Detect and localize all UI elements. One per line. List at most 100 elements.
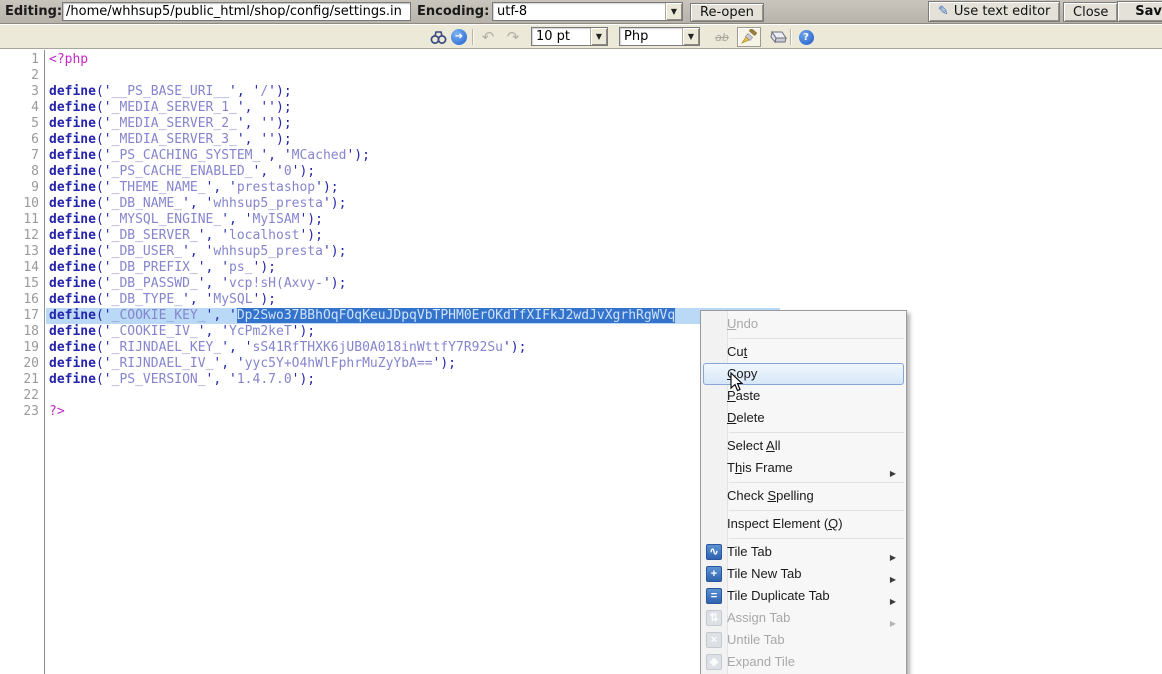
- menu-item-label: Check Spelling: [727, 488, 814, 503]
- code-line-23[interactable]: ?>: [46, 404, 1162, 420]
- code-token: define: [49, 292, 96, 307]
- code-token: ');: [503, 340, 526, 355]
- close-button[interactable]: Close: [1063, 2, 1118, 22]
- chevron-down-icon[interactable]: ▼: [590, 28, 607, 45]
- code-token: define: [49, 356, 96, 371]
- code-token: 0: [284, 164, 292, 179]
- code-line-22[interactable]: [46, 388, 1162, 404]
- chevron-down-icon[interactable]: ▼: [682, 28, 699, 45]
- code-line-5[interactable]: define('_MEDIA_SERVER_2_', '');: [46, 116, 1162, 132]
- code-token: vcp!sH(Axvy-: [229, 276, 323, 291]
- code-token: ');: [253, 292, 276, 307]
- code-token: define: [49, 324, 96, 339]
- code-token: ');: [299, 228, 322, 243]
- menu-item-delete[interactable]: Delete: [703, 407, 904, 429]
- menu-item-inspect-element-q[interactable]: Inspect Element (Q): [703, 513, 904, 535]
- code-line-18[interactable]: define('_COOKIE_IV_', 'YcPm2keT');: [46, 324, 1162, 340]
- code-line-11[interactable]: define('_MYSQL_ENGINE_', 'MyISAM');: [46, 212, 1162, 228]
- code-token: define: [49, 164, 96, 179]
- code-line-6[interactable]: define('_MEDIA_SERVER_3_', '');: [46, 132, 1162, 148]
- code-token: (': [96, 148, 112, 163]
- menu-item-check-spelling[interactable]: Check Spelling: [703, 485, 904, 507]
- code-line-21[interactable]: define('_PS_VERSION_', '1.4.7.0');: [46, 372, 1162, 388]
- syntax-select[interactable]: Php ▼: [619, 27, 700, 46]
- menu-item-select-all[interactable]: Select All: [703, 435, 904, 457]
- menu-item-tile-tab[interactable]: ∿Tile Tab▶: [703, 541, 904, 563]
- use-text-editor-button[interactable]: ✎Use text editor: [928, 1, 1060, 22]
- menu-item-label: Untile Tab: [727, 632, 785, 647]
- line-number: 12: [0, 228, 44, 244]
- code-token: ', ': [221, 340, 252, 355]
- code-line-2[interactable]: [46, 68, 1162, 84]
- find-button[interactable]: [429, 27, 447, 47]
- code-token: ');: [268, 84, 291, 99]
- code-token: ');: [299, 212, 322, 227]
- code-area[interactable]: <?phpdefine('__PS_BASE_URI__', '/');defi…: [46, 50, 1162, 674]
- code-token: define: [49, 196, 96, 211]
- code-token: ', ': [206, 180, 237, 195]
- save-button[interactable]: Save: [1117, 1, 1162, 22]
- code-token: (': [96, 276, 112, 291]
- code-line-12[interactable]: define('_DB_SERVER_', 'localhost');: [46, 228, 1162, 244]
- line-number: 10: [0, 196, 44, 212]
- tile-tab-icon: ∿: [706, 544, 722, 560]
- menu-item-tile-duplicate-tab[interactable]: =Tile Duplicate Tab▶: [703, 585, 904, 607]
- menu-item-label: This Frame: [727, 460, 793, 475]
- go-to-line-button[interactable]: ➜: [450, 27, 468, 47]
- code-token: sS41RfTHXK6jUB0A018inWttfY7R92Su: [253, 340, 503, 355]
- code-editor[interactable]: 1234567891011121314151617181920212223 <?…: [0, 50, 1162, 674]
- code-line-17[interactable]: define('_COOKIE_KEY_', 'Dp2Swo37BBhOqFOq…: [46, 308, 1162, 324]
- line-number: 4: [0, 100, 44, 116]
- menu-item-this-frame[interactable]: This Frame▶: [703, 457, 904, 479]
- code-token: (': [96, 116, 112, 131]
- code-line-19[interactable]: define('_RIJNDAEL_KEY_', 'sS41RfTHXK6jUB…: [46, 340, 1162, 356]
- code-line-4[interactable]: define('_MEDIA_SERVER_1_', '');: [46, 100, 1162, 116]
- code-line-9[interactable]: define('_THEME_NAME_', 'prestashop');: [46, 180, 1162, 196]
- code-token: ', ': [182, 196, 213, 211]
- code-line-3[interactable]: define('__PS_BASE_URI__', '/');: [46, 84, 1162, 100]
- line-number-gutter: 1234567891011121314151617181920212223: [0, 50, 45, 674]
- code-token: _MEDIA_SERVER_2_: [112, 116, 237, 131]
- code-token: ps_: [229, 260, 252, 275]
- help-button[interactable]: ?: [797, 27, 815, 47]
- line-number: 23: [0, 404, 44, 420]
- reformat-button[interactable]: [737, 27, 761, 47]
- assign-tab-icon: ⇅: [706, 610, 722, 626]
- menu-item-expand-tile: ◈Expand Tile: [703, 651, 904, 673]
- code-token: <?php: [49, 52, 88, 67]
- code-line-13[interactable]: define('_DB_USER_', 'whhsup5_presta');: [46, 244, 1162, 260]
- chevron-down-icon[interactable]: ▼: [665, 3, 682, 20]
- code-line-1[interactable]: <?php: [46, 52, 1162, 68]
- selected-text: Dp2Swo37BBhOqFOqKeuJDpqVbTPHM0ErOKdTfXIF…: [237, 308, 675, 323]
- line-number: 7: [0, 148, 44, 164]
- code-token: ', ': [206, 372, 237, 387]
- menu-item-label: Tile Duplicate Tab: [727, 588, 830, 603]
- code-token: yyc5Y+O4hWlFphrMuZyYbA==: [245, 356, 433, 371]
- encoding-select[interactable]: utf-8 ▼: [492, 2, 683, 21]
- code-line-14[interactable]: define('_DB_PREFIX_', 'ps_');: [46, 260, 1162, 276]
- line-number: 1: [0, 52, 44, 68]
- font-size-select[interactable]: 10 pt ▼: [531, 27, 608, 46]
- menu-item-tile-new-tab[interactable]: +Tile New Tab▶: [703, 563, 904, 585]
- line-number: 21: [0, 372, 44, 388]
- menu-item-untile-tab: ×Untile Tab: [703, 629, 904, 651]
- code-line-20[interactable]: define('_RIJNDAEL_IV_', 'yyc5Y+O4hWlFphr…: [46, 356, 1162, 372]
- code-token: define: [49, 116, 96, 131]
- menu-item-cut[interactable]: Cut: [703, 341, 904, 363]
- reopen-button[interactable]: Re-open: [690, 3, 764, 22]
- code-line-16[interactable]: define('_DB_TYPE_', 'MySQL');: [46, 292, 1162, 308]
- code-token: ', ': [260, 148, 291, 163]
- code-line-8[interactable]: define('_PS_CACHE_ENABLED_', '0');: [46, 164, 1162, 180]
- code-token: whhsup5_presta: [213, 196, 323, 211]
- menu-item-assign-tab: ⇅Assign Tab▶: [703, 607, 904, 629]
- menu-item-label: Expand Tile: [727, 654, 795, 669]
- editing-label: Editing:: [5, 4, 62, 19]
- code-line-15[interactable]: define('_DB_PASSWD_', 'vcp!sH(Axvy-');: [46, 276, 1162, 292]
- context-menu: UndoCutCopyPasteDeleteSelect AllThis Fra…: [700, 310, 907, 674]
- clear-highlight-button[interactable]: [765, 27, 789, 47]
- file-path-input[interactable]: [62, 2, 411, 21]
- line-number: 19: [0, 340, 44, 356]
- code-line-10[interactable]: define('_DB_NAME_', 'whhsup5_presta');: [46, 196, 1162, 212]
- code-token: 1.4.7.0: [237, 372, 292, 387]
- code-line-7[interactable]: define('_PS_CACHING_SYSTEM_', 'MCached')…: [46, 148, 1162, 164]
